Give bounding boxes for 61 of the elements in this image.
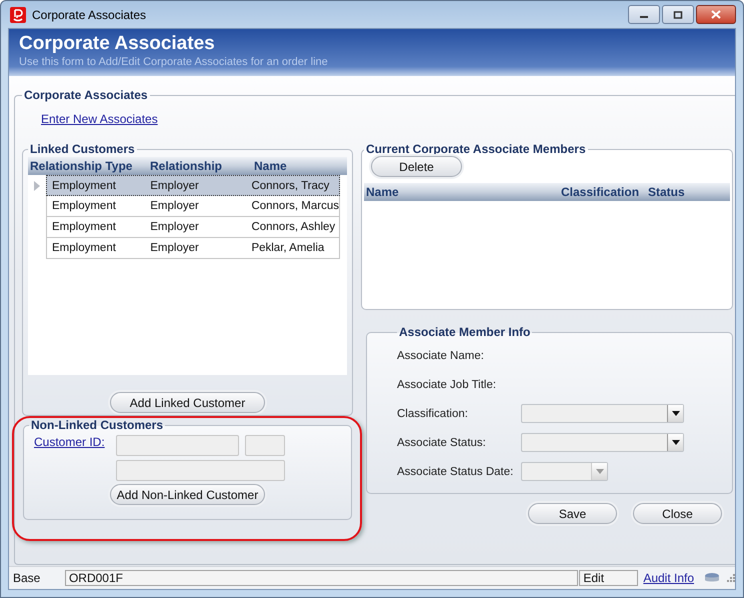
close-button[interactable]: Close	[633, 503, 722, 524]
table-row[interactable]: Employment Employer Connors, Tracy	[46, 175, 340, 196]
table-cell-text: Employment	[52, 180, 117, 192]
enter-associates-link[interactable]: Enter New Associates	[41, 112, 158, 126]
dropdown-field[interactable]	[521, 433, 684, 452]
add-linked-customer-button[interactable]: Add Linked Customer	[110, 392, 265, 413]
close-button[interactable]	[696, 5, 736, 24]
delete-button[interactable]: Delete	[371, 156, 462, 177]
table-cell: Connors, Marcus	[251, 200, 339, 212]
close-icon	[710, 10, 722, 19]
group-title: Associate Member Info	[398, 325, 532, 339]
resize-grip-icon[interactable]	[727, 574, 735, 582]
table-row[interactable]: Employment Employer Connors, Marcus	[46, 196, 340, 217]
customer-id-link[interactable]: Customer ID:	[34, 435, 116, 481]
field-label: Associate Name:	[397, 350, 485, 362]
table-row[interactable]: Employment Employer Peklar, Amelia	[46, 238, 340, 259]
save-button[interactable]: Save	[528, 503, 617, 524]
dropdown-arrow-icon	[672, 411, 680, 416]
current-row-icon	[34, 180, 40, 190]
table-cell-text: Connors, Ashley	[251, 221, 336, 233]
field-label: Associate Status:	[397, 436, 487, 448]
column-header[interactable]: Classification	[561, 185, 648, 199]
column-header[interactable]: Relationship	[150, 159, 254, 173]
dropdown-arrow-icon	[596, 469, 604, 474]
date-field[interactable]	[521, 462, 608, 481]
window-title: Corporate Associates	[32, 8, 146, 22]
form-subtitle: Use this form to Add/Edit Corporate Associates for an order line	[19, 55, 329, 69]
app-logo-icon	[10, 6, 26, 22]
maximize-button[interactable]	[662, 5, 694, 24]
dropdown-arrow-icon	[672, 440, 680, 445]
table-cell-text: Employment	[52, 242, 117, 254]
column-header[interactable]: Status	[648, 185, 685, 199]
column-header[interactable]: Name	[254, 159, 344, 173]
database-icon	[703, 572, 721, 584]
status-field: Edit	[579, 570, 638, 586]
table-cell-text: Peklar, Amelia	[251, 242, 326, 254]
table-cell-text: Employer	[150, 242, 200, 254]
table-cell-text: Employment	[52, 221, 117, 233]
field-label: Classification:	[397, 408, 469, 420]
audit-info-link[interactable]: Audit Info	[643, 571, 694, 585]
table-cell-text: Employment	[52, 200, 117, 212]
table-row[interactable]: Employment Employer Connors, Ashley	[46, 217, 340, 238]
table-cell-text: Employer	[150, 200, 200, 212]
field-label: Associate Job Title:	[397, 378, 498, 390]
column-header[interactable]: Name	[364, 185, 561, 199]
group-title: Linked Customers	[29, 142, 136, 156]
status-field: ORD001F	[64, 570, 578, 586]
minimize-button[interactable]	[628, 5, 660, 24]
field-label: Associate Status Date:	[397, 466, 514, 478]
group-title: Non-Linked Customers	[30, 418, 164, 432]
group-title: Corporate Associates	[23, 88, 149, 102]
maximize-icon	[673, 10, 683, 18]
group-title: Current Corporate Associate Members	[365, 142, 587, 156]
add-non-linked-customer-button[interactable]: Add Non-Linked Customer	[110, 484, 265, 505]
table-cell-text: Employer	[150, 180, 200, 192]
table-cell-text: Connors, Tracy	[251, 180, 330, 192]
status-text: Base	[12, 571, 42, 585]
form-title: Corporate Associates	[19, 33, 216, 55]
table-cell-text: Employer	[150, 221, 200, 233]
column-header[interactable]: Relationship Type	[28, 159, 150, 173]
dropdown-field[interactable]	[521, 404, 684, 423]
